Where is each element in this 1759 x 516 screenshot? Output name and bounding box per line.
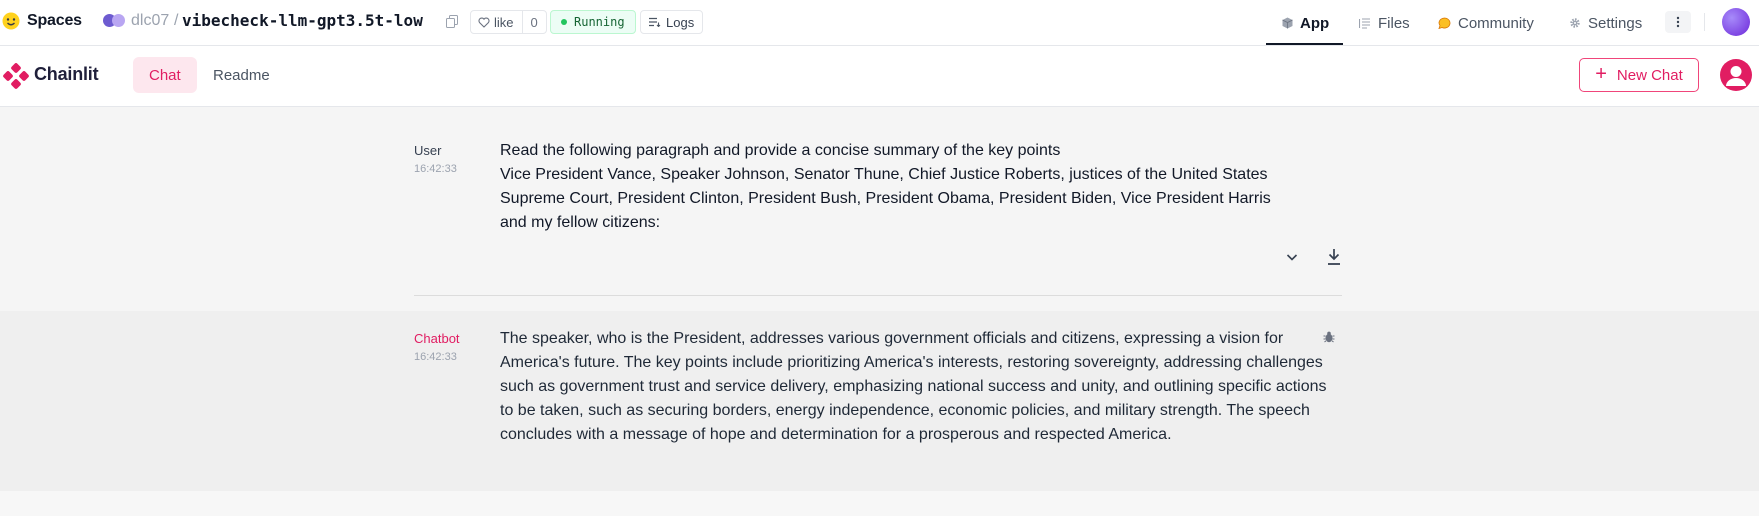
more-options-button[interactable] bbox=[1665, 11, 1691, 33]
cube-icon bbox=[1282, 17, 1293, 29]
repo-name-link[interactable]: vibecheck-llm-gpt3.5t-low bbox=[182, 11, 423, 30]
tab-settings[interactable]: Settings bbox=[1569, 0, 1642, 46]
status-badge[interactable]: Running bbox=[550, 10, 636, 34]
message-line: Vice President Vance, Speaker Johnson, S… bbox=[500, 166, 1268, 183]
owner-link[interactable]: dlc07 bbox=[131, 12, 169, 30]
path-separator: / bbox=[174, 12, 179, 29]
chainlit-logo-text: Chainlit bbox=[34, 64, 99, 84]
chevron-down-icon[interactable] bbox=[1285, 250, 1299, 264]
message-content: The speaker, who is the President, addre… bbox=[500, 330, 1327, 443]
divider bbox=[1704, 13, 1705, 31]
assistant-message: Chatbot 16:42:33 The speaker, who is the… bbox=[0, 311, 1759, 491]
message-divider bbox=[414, 295, 1342, 296]
new-chat-label: New Chat bbox=[1616, 66, 1683, 84]
tab-community[interactable]: Community bbox=[1438, 0, 1534, 46]
like-count: 0 bbox=[530, 14, 538, 30]
tab-chat[interactable]: Chat bbox=[133, 57, 197, 93]
message-time: 16:42:33 bbox=[414, 163, 457, 175]
plus-icon: + bbox=[1595, 63, 1607, 85]
download-icon[interactable] bbox=[1326, 248, 1342, 266]
hf-user-avatar[interactable] bbox=[1722, 8, 1750, 36]
message-line: Supreme Court, President Clinton, Presid… bbox=[500, 190, 1271, 207]
tab-settings-label: Settings bbox=[1588, 14, 1643, 32]
messages-container: User 16:42:33 Read the following paragra… bbox=[0, 107, 1759, 516]
message-time: 16:42:33 bbox=[414, 351, 457, 363]
chainlit-header: Chainlit Chat Readme + New Chat bbox=[0, 46, 1759, 107]
copy-icon[interactable] bbox=[446, 15, 458, 28]
composer-spacer bbox=[0, 491, 1759, 516]
tab-app-label: App bbox=[1300, 14, 1330, 32]
tab-app[interactable]: App bbox=[1282, 0, 1329, 46]
owner-avatar bbox=[103, 14, 127, 28]
status-text: Running bbox=[574, 15, 625, 29]
user-message: User 16:42:33 Read the following paragra… bbox=[0, 107, 1759, 311]
logs-button[interactable]: Logs bbox=[640, 10, 704, 34]
message-author: User bbox=[414, 143, 442, 158]
chainlit-logo-icon[interactable] bbox=[3, 63, 29, 89]
tab-files-label: Files bbox=[1378, 14, 1410, 32]
gear-icon bbox=[1570, 18, 1580, 28]
hf-top-bar: Spaces dlc07 / vibecheck-llm-gpt3.5t-low… bbox=[0, 0, 1759, 46]
bug-icon[interactable] bbox=[1322, 330, 1336, 344]
message-content: Read the following paragraph and provide… bbox=[500, 139, 1330, 235]
like-button[interactable]: like bbox=[471, 11, 523, 33]
spaces-link[interactable]: Spaces bbox=[27, 12, 82, 30]
status-dot-icon bbox=[561, 19, 567, 25]
tab-readme[interactable]: Readme bbox=[197, 57, 286, 93]
message-author: Chatbot bbox=[414, 331, 460, 346]
user-avatar[interactable] bbox=[1720, 59, 1752, 91]
community-icon bbox=[1438, 17, 1451, 29]
like-group: like 0 bbox=[470, 10, 547, 34]
logs-icon bbox=[649, 17, 661, 27]
message-line: and my fellow citizens: bbox=[500, 214, 661, 231]
tab-files[interactable]: Files bbox=[1359, 0, 1410, 46]
hugging-face-logo-icon[interactable] bbox=[2, 12, 20, 30]
vertical-dots-icon bbox=[1676, 16, 1680, 28]
active-tab-indicator bbox=[1266, 43, 1343, 45]
heart-icon bbox=[478, 17, 490, 28]
message-line: Read the following paragraph and provide… bbox=[500, 142, 1061, 159]
files-icon bbox=[1359, 17, 1370, 29]
like-label: like bbox=[494, 14, 514, 30]
logs-label: Logs bbox=[666, 14, 695, 30]
user-icon bbox=[1726, 66, 1746, 86]
tab-community-label: Community bbox=[1458, 14, 1534, 32]
new-chat-button[interactable]: + New Chat bbox=[1579, 58, 1699, 92]
